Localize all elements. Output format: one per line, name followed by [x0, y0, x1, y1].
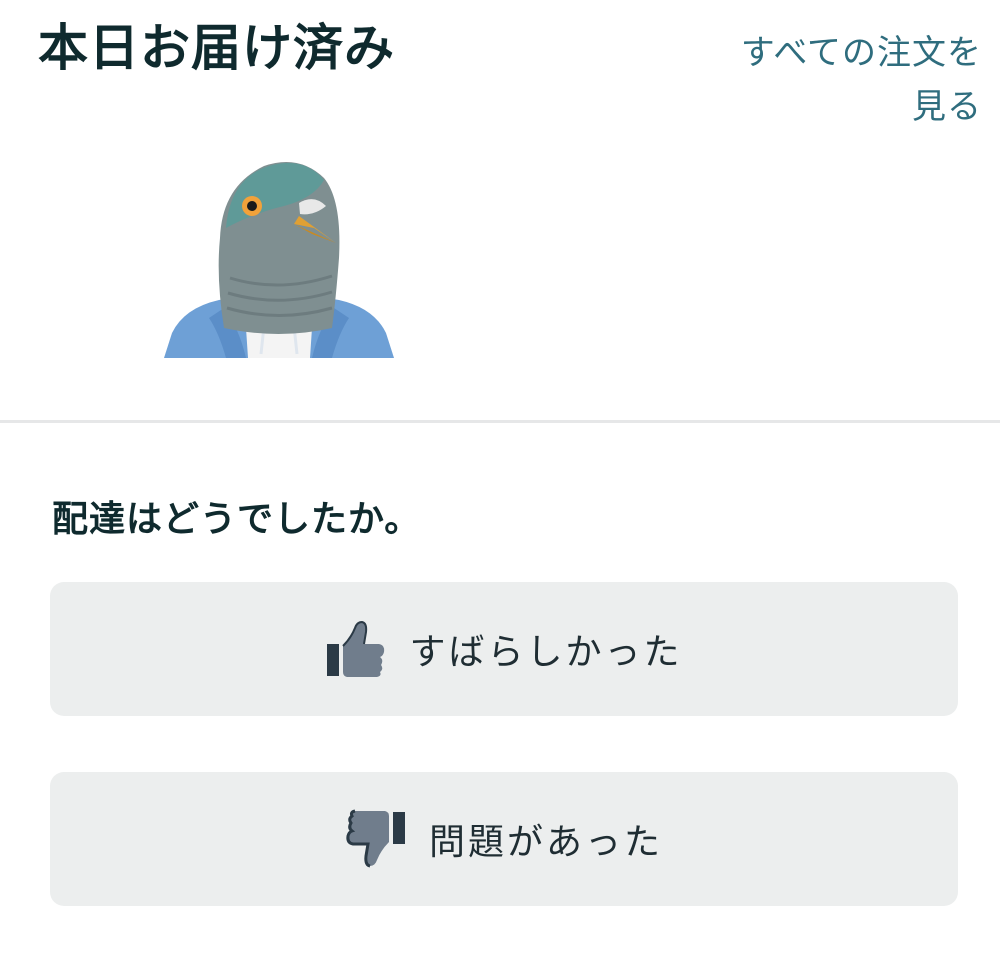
- pigeon-mask-image: [164, 162, 394, 358]
- view-all-orders-link[interactable]: すべての注文を 見る: [712, 26, 982, 134]
- product-image[interactable]: [164, 158, 394, 358]
- thumbs-up-icon: [325, 618, 387, 680]
- problem-feedback-label: 問題があった: [428, 822, 663, 863]
- view-all-orders-line2: 見る: [912, 87, 982, 127]
- view-all-orders-line1: すべての注文を: [740, 33, 982, 73]
- thumbs-down-icon: [345, 808, 407, 870]
- page-title: 本日お届け済み: [38, 19, 395, 77]
- delivery-question: 配達はどうでしたか。: [52, 499, 422, 540]
- great-feedback-button[interactable]: すばらしかった: [50, 582, 958, 716]
- divider: [0, 420, 1000, 423]
- problem-feedback-button[interactable]: 問題があった: [50, 772, 958, 906]
- great-feedback-label: すばらしかった: [409, 632, 683, 673]
